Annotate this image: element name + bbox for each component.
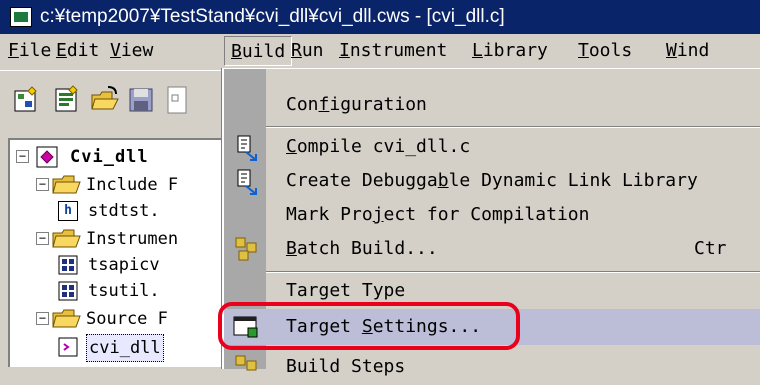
tree-item-label: tsutil. <box>88 281 160 301</box>
new-file-icon[interactable] <box>52 85 82 115</box>
menu-build[interactable]: Build <box>224 36 293 66</box>
menu-window[interactable]: Wind <box>660 36 715 66</box>
compile-icon <box>237 135 257 161</box>
menu-item-compile[interactable]: Compile cvi_dll.c <box>266 129 760 165</box>
toolbar <box>0 70 240 133</box>
window-title: c:¥temp2007¥TestStand¥cvi_dll¥cvi_dll.cw… <box>40 6 505 27</box>
build-steps-icon <box>235 355 257 371</box>
menu-bar: File Edit View Build Run Instrument Libr… <box>0 34 760 68</box>
batch-build-icon <box>235 237 257 261</box>
collapse-icon[interactable]: − <box>36 312 49 325</box>
tree-item-label: stdtst. <box>88 201 160 221</box>
tree-root-label: Cvi_dll <box>70 147 149 167</box>
tree-item-label: Include F <box>86 175 179 195</box>
project-tree: − Cvi_dll − Include F h stdtst. − Instru… <box>8 138 235 367</box>
folder-icon <box>52 309 81 328</box>
project-icon <box>36 146 58 168</box>
create-dll-icon <box>237 169 257 195</box>
tree-item-label: Instrumen <box>86 229 179 249</box>
instrument-file-icon <box>58 255 78 275</box>
title-bar: c:¥temp2007¥TestStand¥cvi_dll¥cvi_dll.cw… <box>0 0 760 34</box>
tree-item-label: cvi_dll <box>86 334 164 362</box>
collapse-icon[interactable]: − <box>36 232 49 245</box>
menu-tools[interactable]: Tools <box>572 36 638 66</box>
menu-item-batch-build[interactable]: Batch Build... Ctr <box>266 231 760 267</box>
collapse-icon[interactable]: − <box>16 150 29 163</box>
app-icon[interactable] <box>10 7 32 27</box>
menu-separator <box>266 126 760 128</box>
menu-library[interactable]: Library <box>466 36 554 66</box>
menu-item-create-debuggable-dll[interactable]: Create Debuggable Dynamic Link Library <box>266 163 760 199</box>
source-file-icon <box>58 337 78 357</box>
highlight-callout <box>218 302 520 350</box>
folder-icon <box>52 175 81 194</box>
open-folder-icon[interactable] <box>90 85 120 115</box>
menu-item-build-steps[interactable]: Build Steps <box>266 349 760 385</box>
menu-item-mark-project[interactable]: Mark Project for Compilation <box>266 197 760 233</box>
menu-view[interactable]: View <box>104 36 159 66</box>
folder-icon <box>52 229 81 248</box>
tree-item-label: Source F <box>86 309 168 329</box>
shortcut-text: Ctr <box>694 238 727 259</box>
menu-item-configuration[interactable]: Configuration <box>266 87 760 123</box>
tree-item-label: tsapicv <box>88 255 160 275</box>
new-project-icon[interactable] <box>12 85 42 115</box>
menu-edit[interactable]: Edit <box>50 36 105 66</box>
instrument-file-icon <box>58 281 78 301</box>
menu-instrument[interactable]: Instrument <box>333 36 453 66</box>
collapse-icon[interactable]: − <box>36 178 49 191</box>
header-file-icon: h <box>58 201 78 221</box>
toolbar-icon[interactable] <box>164 85 194 115</box>
save-icon[interactable] <box>126 85 156 115</box>
menu-run[interactable]: Run <box>285 36 330 66</box>
